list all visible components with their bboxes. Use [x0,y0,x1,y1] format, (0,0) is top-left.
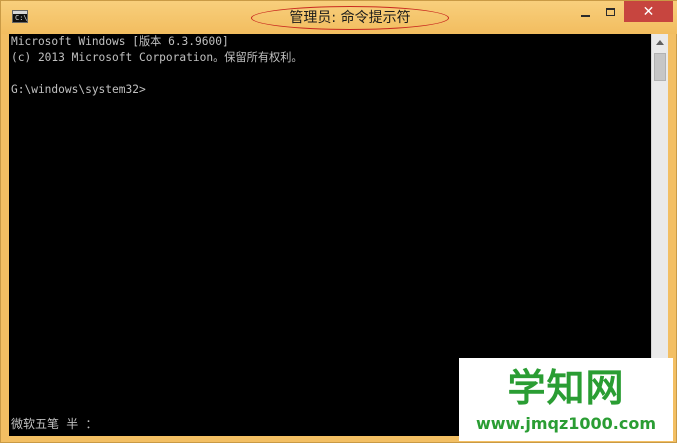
minimize-icon [581,14,590,17]
window-title-area: 管理员: 命令提示符 [251,6,451,32]
cmd-window: C:\ 管理员: 命令提示符 ✕ Microsoft Windows [版本 6… [0,0,677,443]
console-line-copyright: (c) 2013 Microsoft Corporation。保留所有权利。 [11,51,303,64]
watermark-url: www.jmqz1000.com [475,414,657,433]
maximize-icon [606,7,615,16]
ime-status: 微软五笔 半 ： [11,417,98,431]
minimize-button[interactable] [574,1,597,22]
console-prompt[interactable]: G:\windows\system32> [11,83,146,97]
close-button[interactable]: ✕ [624,1,673,22]
cmd-icon-text: C:\ [15,14,28,22]
title-bar[interactable]: C:\ 管理员: 命令提示符 ✕ [1,1,677,34]
close-icon: ✕ [642,3,655,20]
scroll-thumb[interactable] [654,53,666,81]
cmd-icon[interactable]: C:\ [12,10,28,23]
watermark-title: 学知网 [507,366,625,410]
maximize-button[interactable] [599,1,622,22]
window-title: 管理员: 命令提示符 [289,10,411,26]
scroll-up-icon[interactable] [652,34,668,51]
watermark: 学知网 www.jmqz1000.com [459,358,673,441]
console-line-version: Microsoft Windows [版本 6.3.9600] [11,35,229,48]
